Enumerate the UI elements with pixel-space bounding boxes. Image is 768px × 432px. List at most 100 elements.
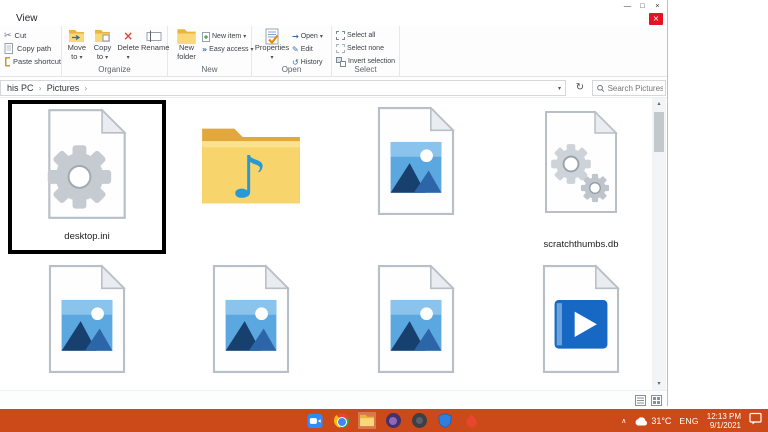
scroll-down-button[interactable]: ▾ xyxy=(652,378,666,390)
svg-text:♪: ♪ xyxy=(230,143,267,210)
address-dropdown-icon[interactable]: ▾ xyxy=(558,85,561,92)
file-tile-scratchthumbs[interactable]: scratchthumbs.db xyxy=(506,104,656,252)
status-bar xyxy=(0,390,667,406)
ribbon-close-button[interactable]: × xyxy=(649,13,663,25)
ribbon-group-new: New folder New item ▾ » Easy access ▾ xyxy=(168,26,252,76)
select-all-button[interactable]: Select all xyxy=(336,29,398,42)
minimize-button[interactable]: — xyxy=(620,1,635,11)
taskbar-app-flame[interactable] xyxy=(462,412,480,429)
file-tile-image-2[interactable] xyxy=(12,258,162,406)
invert-selection-label: Invert selection xyxy=(348,58,395,65)
ribbon: ✂ Cut Copy path Paste shortcut xyxy=(0,26,667,77)
weather-widget[interactable]: 31°C xyxy=(634,416,671,426)
easy-access-button[interactable]: » Easy access ▾ xyxy=(202,43,252,56)
file-grid: desktop.ini ♪ scratchthumbs.db xyxy=(0,98,652,390)
file-tile-desktop-ini[interactable]: desktop.ini xyxy=(8,100,166,254)
properties-label: Properties xyxy=(255,43,289,52)
group-label-select: Select xyxy=(332,65,399,74)
edit-icon: ✎ xyxy=(292,45,299,54)
new-folder-button[interactable]: New folder xyxy=(170,28,203,61)
file-tile-video[interactable] xyxy=(506,258,656,406)
copy-path-button[interactable]: Copy path xyxy=(4,42,61,55)
taskbar-app-defender[interactable] xyxy=(436,412,454,429)
search-input[interactable] xyxy=(608,84,663,93)
taskbar-app-dark[interactable] xyxy=(410,412,428,429)
image-file-icon xyxy=(372,106,460,216)
dropdown-icon: ▾ xyxy=(270,54,273,61)
paste-shortcut-button[interactable]: Paste shortcut xyxy=(4,55,61,68)
taskbar-app-chrome[interactable] xyxy=(332,412,350,429)
tray-chevron-icon[interactable]: ∧ xyxy=(621,417,626,425)
taskbar-app-zoom[interactable] xyxy=(306,412,324,429)
ribbon-group-select: Select all Select none Invert selection … xyxy=(332,26,400,76)
select-none-button[interactable]: Select none xyxy=(336,42,398,55)
address-bar-row: his PC › Pictures › ▾ ↻ xyxy=(0,78,667,98)
file-tile-music-folder[interactable]: ♪ xyxy=(176,104,326,252)
select-all-label: Select all xyxy=(347,32,375,39)
delete-button[interactable]: × Delete ▾ xyxy=(115,28,141,62)
ribbon-group-clipboard: ✂ Cut Copy path Paste shortcut xyxy=(0,26,62,76)
file-tile-image-1[interactable] xyxy=(341,104,491,252)
image-file-icon xyxy=(372,264,460,374)
explorer-window: — □ × View × ✂ Cut Copy path xyxy=(0,0,668,406)
breadcrumb-pictures[interactable]: Pictures xyxy=(47,83,80,93)
taskbar-clock[interactable]: 12:13 PM 9/1/2021 xyxy=(707,412,741,430)
new-item-button[interactable]: New item ▾ xyxy=(202,30,252,43)
breadcrumb-separator: › xyxy=(84,84,87,93)
image-file-icon xyxy=(43,264,131,374)
search-box[interactable] xyxy=(592,80,666,96)
taskbar-app-explorer[interactable] xyxy=(358,412,376,429)
open-button[interactable]: → Open ▾ xyxy=(292,30,332,43)
open-label: Open xyxy=(301,33,318,40)
ribbon-group-open: Properties ▾ → Open ▾ ✎ Edit ↺ H xyxy=(252,26,332,76)
copy-path-icon xyxy=(4,43,14,54)
move-to-icon xyxy=(64,28,90,44)
file-tile-image-4[interactable] xyxy=(341,258,491,406)
move-to-label: Move to xyxy=(68,43,86,61)
action-center-button[interactable] xyxy=(749,412,762,430)
paste-shortcut-label: Paste shortcut xyxy=(13,57,61,66)
system-tray: ∧ 31°C ENG 12:13 PM 9/1/2021 xyxy=(621,409,762,432)
search-icon xyxy=(597,84,605,93)
select-all-icon xyxy=(336,31,345,40)
maximize-button[interactable]: □ xyxy=(635,1,650,11)
new-folder-icon xyxy=(170,28,203,44)
close-button[interactable]: × xyxy=(650,1,665,11)
copy-to-button[interactable]: Copy to ▾ xyxy=(90,28,116,62)
dark-app-icon xyxy=(412,413,427,428)
cut-button[interactable]: ✂ Cut xyxy=(4,29,61,42)
group-label-open: Open xyxy=(252,65,331,74)
taskbar-app-tor[interactable] xyxy=(384,412,402,429)
properties-icon xyxy=(254,28,290,44)
ribbon-group-organize: Move to ▾ Copy to ▾ × Delete ▾ xyxy=(62,26,168,76)
paste-shortcut-icon xyxy=(4,56,10,67)
file-tile-image-3[interactable] xyxy=(176,258,326,406)
chrome-icon xyxy=(334,413,349,428)
image-file-icon xyxy=(207,264,295,374)
edit-button[interactable]: ✎ Edit xyxy=(292,43,332,56)
properties-button[interactable]: Properties ▾ xyxy=(254,28,290,62)
temperature-label: 31°C xyxy=(651,416,671,426)
rename-button[interactable]: Rename xyxy=(141,28,167,62)
language-indicator[interactable]: ENG xyxy=(679,416,698,426)
scroll-up-button[interactable]: ▴ xyxy=(652,98,666,110)
tab-view[interactable]: View xyxy=(16,13,38,24)
tor-icon xyxy=(386,413,401,428)
breadcrumb-separator: › xyxy=(39,84,42,93)
dropdown-icon: ▾ xyxy=(80,54,83,61)
refresh-button[interactable]: ↻ xyxy=(572,80,588,96)
breadcrumb-this-pc[interactable]: his PC xyxy=(7,83,34,93)
vertical-scrollbar[interactable]: ▴ ▾ xyxy=(652,98,666,390)
window-controls: — □ × xyxy=(620,1,665,11)
delete-icon: × xyxy=(115,28,141,44)
new-item-label: New item xyxy=(212,33,241,40)
scrollbar-thumb[interactable] xyxy=(654,112,664,152)
notification-icon xyxy=(749,412,762,425)
easy-access-icon: » xyxy=(202,45,207,54)
cut-label: Cut xyxy=(15,31,27,40)
select-none-icon xyxy=(336,44,345,53)
address-bar[interactable]: his PC › Pictures › ▾ xyxy=(0,80,566,96)
video-file-icon xyxy=(537,264,625,374)
folder-icon xyxy=(359,414,375,427)
move-to-button[interactable]: Move to ▾ xyxy=(64,28,90,62)
